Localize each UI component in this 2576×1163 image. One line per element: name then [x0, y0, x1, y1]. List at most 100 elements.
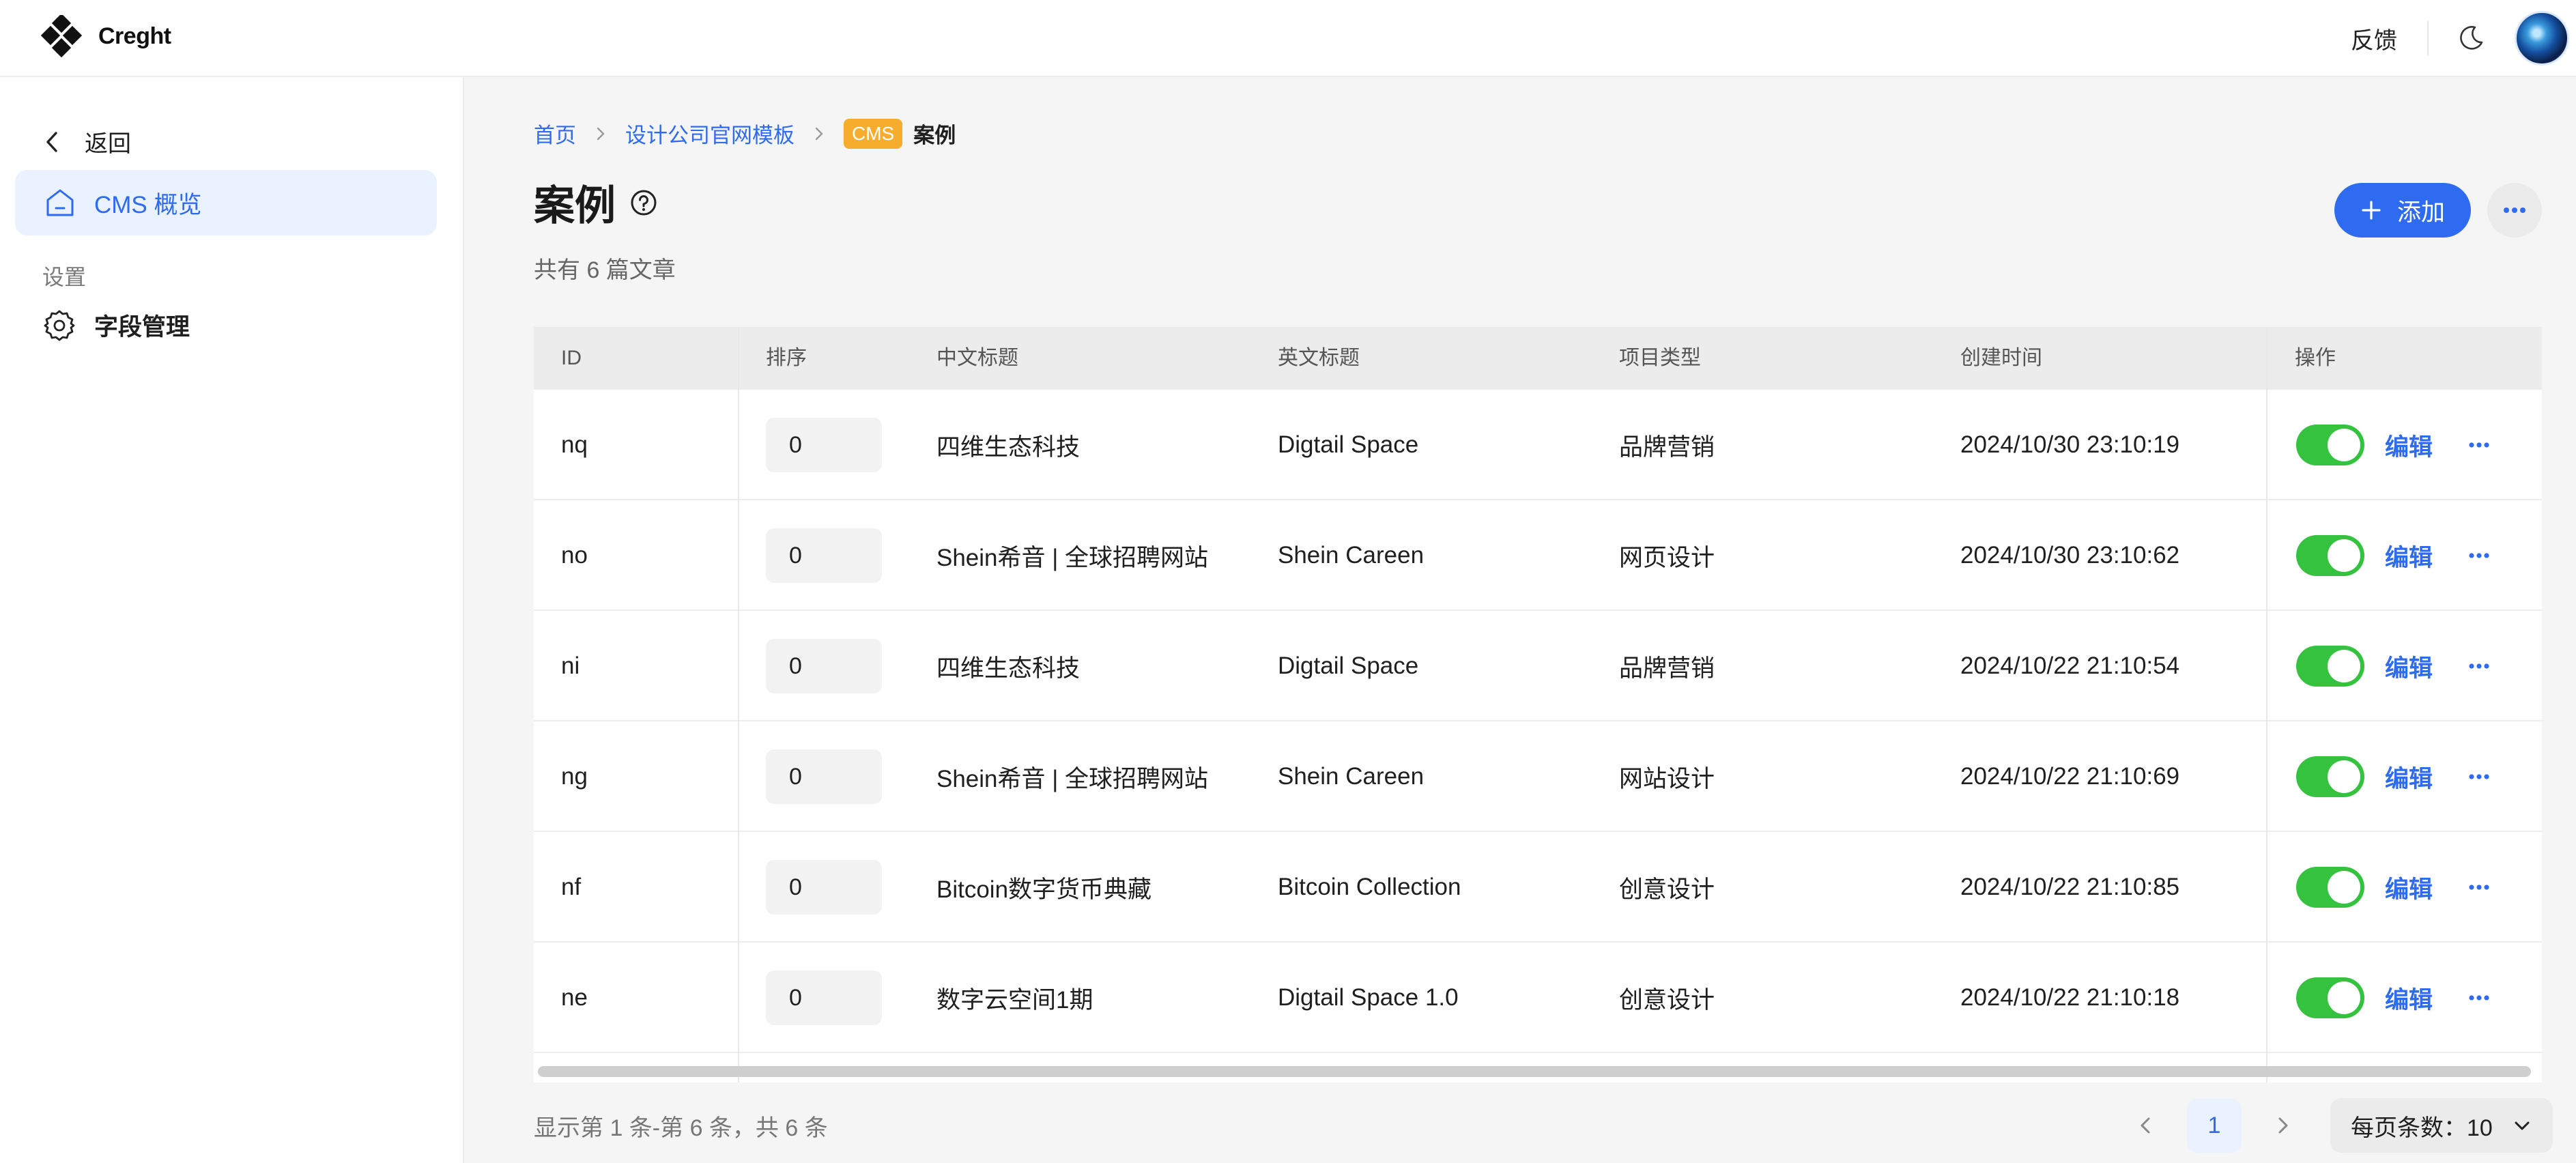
sort-order-input[interactable] — [766, 749, 882, 804]
page-number-button[interactable]: 1 — [2187, 1098, 2242, 1153]
publish-toggle[interactable] — [2296, 646, 2364, 687]
table-row: ni 四维生态科技 Digtail Space 品牌营销 2024/10/22 21:1… — [534, 611, 2542, 721]
sidebar-item-label: CMS 概览 — [94, 191, 202, 218]
toggle-knob — [2328, 871, 2360, 904]
cell-operations: 编辑 — [2296, 832, 2490, 943]
publish-toggle[interactable] — [2296, 425, 2364, 465]
cell-title-en: Digtail Space — [1278, 431, 1419, 458]
cell-created-time: 2024/10/22 21:10:18 — [1960, 984, 2180, 1011]
toggle-knob — [2328, 650, 2360, 683]
header-operations: 操作 — [2295, 347, 2336, 369]
row-more-icon[interactable] — [2468, 994, 2490, 1001]
cell-title-en: Digtail Space 1.0 — [1278, 984, 1459, 1011]
sort-order-input[interactable] — [766, 639, 882, 693]
more-options-button[interactable] — [2487, 183, 2542, 238]
help-icon[interactable] — [629, 188, 658, 217]
toggle-knob — [2328, 981, 2360, 1014]
edit-link[interactable]: 编辑 — [2385, 428, 2433, 463]
add-button-label: 添加 — [2396, 199, 2445, 226]
cell-created-time: 2024/10/22 21:10:85 — [1960, 874, 2180, 900]
chevron-left-icon — [2141, 1117, 2150, 1134]
row-more-icon[interactable] — [2468, 552, 2490, 559]
cell-title-cn: 四维生态科技 — [936, 433, 1081, 461]
sort-order-input[interactable] — [766, 971, 882, 1025]
table-row: nf Bitcoin数字货币典藏 Bitcoin Collection 创意设计 202… — [534, 832, 2542, 943]
section-label-settings: 设置 — [42, 265, 87, 289]
brand[interactable]: Creght — [41, 15, 171, 57]
edit-link[interactable]: 编辑 — [2385, 870, 2433, 905]
gear-icon — [44, 310, 75, 341]
avatar[interactable] — [2515, 11, 2569, 66]
row-more-icon[interactable] — [2468, 773, 2490, 780]
cell-operations: 编辑 — [2296, 721, 2490, 832]
cell-title-cn: Bitcoin数字货币典藏 — [936, 876, 1152, 903]
app-name: Creght — [98, 23, 171, 49]
cell-title-cn: 四维生态科技 — [936, 655, 1081, 682]
next-page-button[interactable] — [2255, 1098, 2310, 1153]
sort-order-input[interactable] — [766, 860, 882, 915]
prev-page-button[interactable] — [2119, 1098, 2173, 1153]
publish-toggle[interactable] — [2296, 977, 2364, 1018]
article-count: 共有 6 篇文章 — [534, 257, 676, 283]
edit-link[interactable]: 编辑 — [2385, 539, 2433, 573]
row-more-icon[interactable] — [2468, 442, 2490, 448]
cell-created-time: 2024/10/30 23:10:62 — [1960, 542, 2180, 569]
row-more-icon[interactable] — [2468, 884, 2490, 891]
cell-title-en: Bitcoin Collection — [1278, 874, 1461, 900]
cell-project-type: 品牌营销 — [1619, 433, 1715, 461]
edit-link[interactable]: 编辑 — [2385, 981, 2433, 1016]
pagination-summary: 显示第 1 条-第 6 条，共 6 条 — [534, 1115, 828, 1141]
home-icon — [46, 189, 74, 216]
table-row: nq 四维生态科技 Digtail Space 品牌营销 2024/10/30 23:1… — [534, 390, 2542, 500]
table-header: ID 排序 中文标题 英文标题 项目类型 创建时间 操作 — [534, 327, 2542, 390]
page-size-select[interactable]: 每页条数：10 — [2330, 1098, 2553, 1153]
cell-id: ni — [561, 652, 580, 679]
row-more-icon[interactable] — [2468, 663, 2490, 670]
cell-title-cn: 数字云空间1期 — [936, 986, 1093, 1014]
cell-id: no — [561, 542, 588, 569]
horizontal-scrollbar[interactable] — [538, 1066, 2531, 1077]
sort-order-input[interactable] — [766, 528, 882, 583]
toggle-knob — [2328, 429, 2360, 461]
header-title-cn: 中文标题 — [936, 347, 1018, 369]
back-button[interactable]: 返回 — [42, 125, 131, 158]
cell-project-type: 品牌营销 — [1619, 655, 1715, 682]
cell-sort — [766, 611, 882, 721]
moon-icon[interactable] — [2457, 25, 2485, 52]
breadcrumb: 首页 设计公司官网模板 CMS 案例 — [534, 118, 956, 149]
cell-title-cn: Shein希音 | 全球招聘网站 — [936, 765, 1209, 792]
cell-project-type: 创意设计 — [1619, 876, 1715, 903]
cell-sort — [766, 390, 882, 500]
toggle-knob — [2328, 539, 2360, 572]
sidebar-item-cms-overview[interactable]: CMS 概览 — [15, 170, 437, 235]
chevron-right-icon — [597, 127, 605, 140]
cell-sort — [766, 943, 882, 1053]
table-row: ng Shein希音 | 全球招聘网站 Shein Careen 网站设计 2024/1… — [534, 721, 2542, 832]
sort-order-input[interactable] — [766, 418, 882, 472]
breadcrumb-template[interactable]: 设计公司官网模板 — [625, 118, 795, 149]
chevron-right-icon — [2278, 1117, 2288, 1134]
pagination: 1 每页条数：10 — [2119, 1098, 2553, 1153]
cell-project-type: 网页设计 — [1619, 544, 1715, 571]
sidebar-item-field-management[interactable]: 字段管理 — [42, 308, 190, 343]
plus-icon — [2362, 201, 2381, 220]
publish-toggle[interactable] — [2296, 535, 2364, 576]
publish-toggle[interactable] — [2296, 867, 2364, 908]
edit-link[interactable]: 编辑 — [2385, 649, 2433, 684]
feedback-link[interactable]: 反馈 — [2351, 22, 2397, 55]
publish-toggle[interactable] — [2296, 756, 2364, 797]
divider — [2427, 21, 2429, 55]
breadcrumb-home[interactable]: 首页 — [534, 118, 576, 149]
cell-created-time: 2024/10/22 21:10:69 — [1960, 763, 2180, 790]
edit-link[interactable]: 编辑 — [2385, 760, 2433, 794]
header-title-en: 英文标题 — [1278, 347, 1360, 369]
table-row: ne 数字云空间1期 Digtail Space 1.0 创意设计 2024/10/22… — [534, 943, 2542, 1053]
add-button[interactable]: 添加 — [2334, 183, 2471, 238]
cell-created-time: 2024/10/22 21:10:54 — [1960, 652, 2180, 679]
articles-table: ID 排序 中文标题 英文标题 项目类型 创建时间 操作 nq 四维生态科技 Dig… — [534, 327, 2542, 1082]
cell-sort — [766, 721, 882, 832]
cell-id: nf — [561, 874, 582, 900]
sidebar: 返回 CMS 概览 设置 字段管理 — [0, 77, 464, 1163]
cms-tag-badge: CMS — [844, 118, 903, 149]
sidebar-item-label: 字段管理 — [94, 314, 190, 341]
